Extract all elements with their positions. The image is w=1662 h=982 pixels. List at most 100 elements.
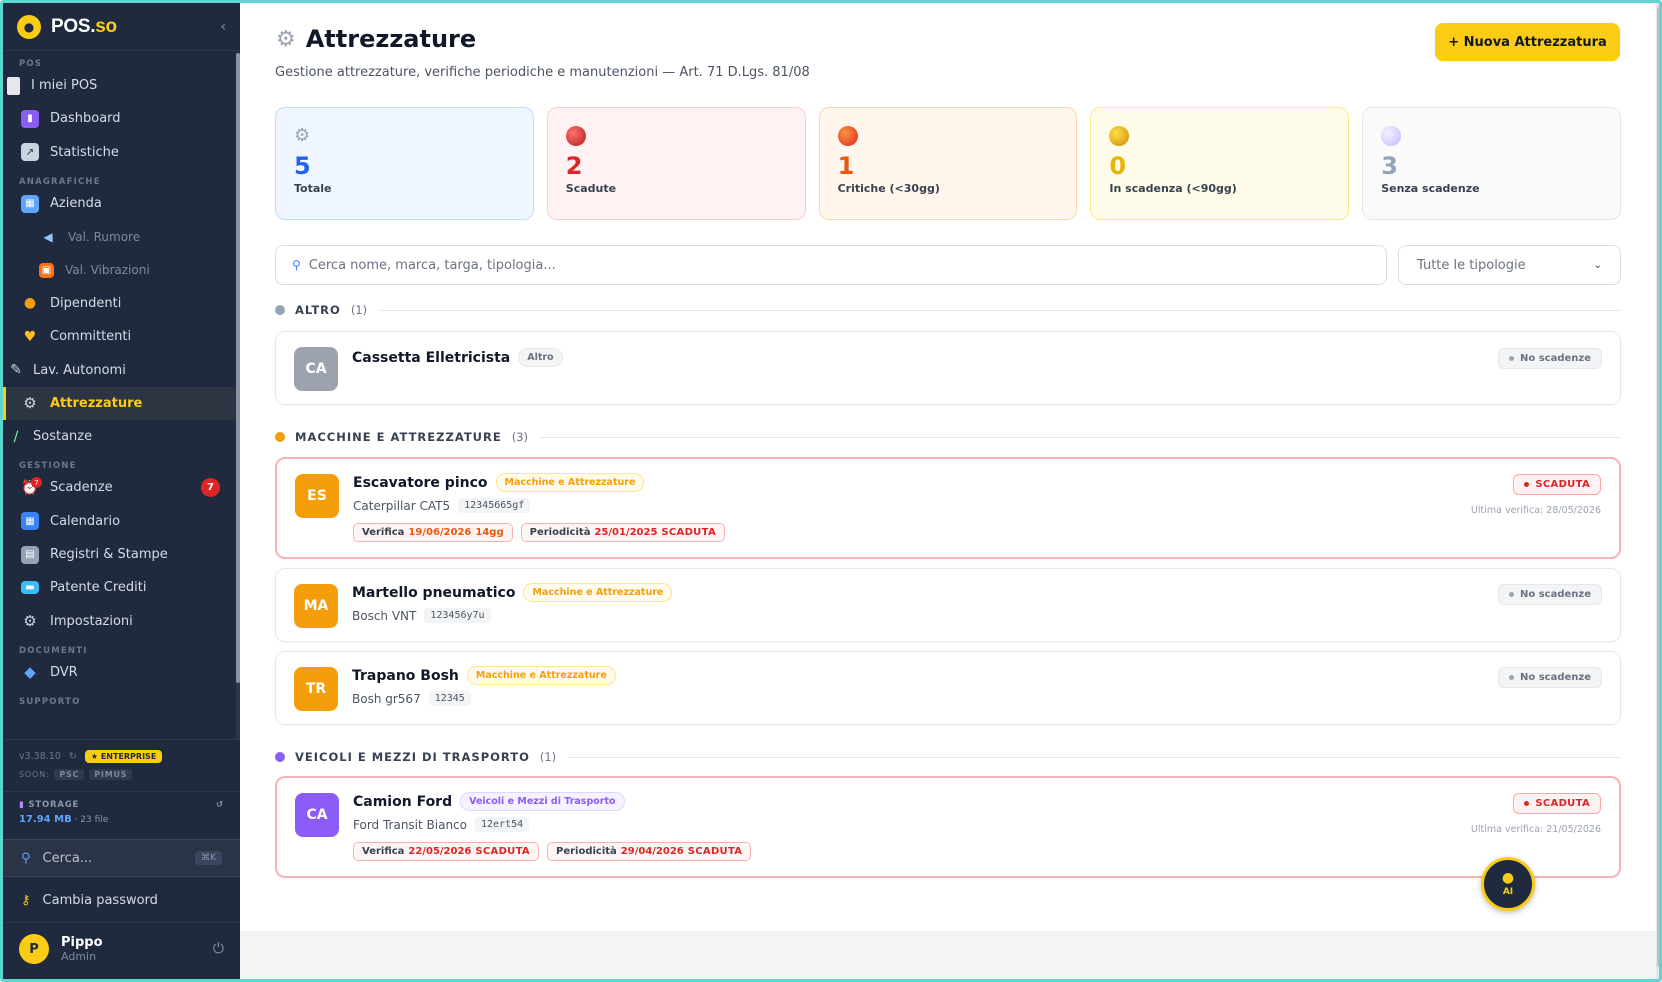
soon-label: SOON: — [19, 770, 50, 779]
periodicity-chip: Periodicità 29/04/2026 SCADUTA — [546, 842, 752, 861]
section-label-gestione: GESTIONE — [19, 461, 77, 472]
new-equipment-button[interactable]: + Nuova Attrezzatura — [1435, 23, 1620, 61]
equipment-name: Trapano Bosh — [352, 667, 459, 684]
sidebar-item-dashboard[interactable]: ▮ Dashboard — [3, 102, 236, 135]
sidebar-item-attrezzature[interactable]: ⚙ Attrezzature — [3, 386, 236, 420]
user-role: Admin — [61, 950, 97, 963]
equipment-model: Bosh gr567 — [352, 691, 421, 706]
status-badge: No scadenze — [1497, 584, 1602, 605]
last-check: Ultima verifica: 28/05/2026 — [1470, 505, 1601, 516]
change-password-button[interactable]: ⚷ Cambia password — [3, 879, 240, 923]
settings-gear-icon: ⚙ — [23, 612, 37, 631]
page-scrollbar-thumb[interactable] — [1657, 7, 1659, 967]
last-check: Ultima verifica: 21/05/2026 — [1470, 824, 1601, 835]
app-window: ● POS.so ‹ POS I miei POS ▮ Dashboard ↗ … — [0, 0, 1662, 982]
status-badge: SCADUTA — [1513, 474, 1601, 495]
sidebar-item-dipendenti[interactable]: ● Dipendenti — [3, 287, 236, 320]
sidebar-nav: POS I miei POS ▮ Dashboard ↗ Statistiche… — [3, 53, 236, 739]
equipment-card-escavatore[interactable]: ES Escavatore pinco Macchine e Attrezzat… — [275, 457, 1621, 559]
search-icon: ⚲ — [21, 850, 31, 866]
page-title: ⚙ Attrezzature — [276, 25, 477, 53]
section-label-supporto: SUPPORTO — [19, 697, 81, 708]
equipment-name: Martello pneumatico — [352, 584, 516, 601]
sidebar-item-azienda[interactable]: ▦ Azienda — [3, 187, 236, 220]
equipment-model: Bosch VNT — [352, 608, 417, 623]
sidebar-item-miei-pos[interactable]: I miei POS — [3, 69, 236, 102]
periodicity-chip: Periodicità 25/01/2025 SCADUTA — [520, 523, 725, 542]
page-subtitle: Gestione attrezzature, verifiche periodi… — [275, 65, 810, 80]
ai-assistant-button[interactable]: ● AI — [1481, 857, 1535, 911]
white-circle-icon — [1381, 126, 1402, 146]
equipment-tag: Veicoli e Mezzi di Trasporto — [460, 792, 625, 811]
search-shortcut: ⌘K — [195, 851, 222, 865]
refresh-icon[interactable]: ↻ — [69, 751, 77, 762]
collapse-sidebar-icon[interactable]: ‹ — [220, 19, 226, 35]
stat-card-senza-scadenze[interactable]: 3 Senza scadenze — [1362, 107, 1621, 220]
logout-icon[interactable]: ⏻ — [213, 941, 224, 957]
equipment-avatar: ES — [295, 474, 339, 518]
user-name: Pippo — [61, 935, 103, 950]
sidebar-item-val-rumore[interactable]: ◀ Val. Rumore — [3, 220, 236, 253]
wrench-icon: ✎ — [10, 362, 22, 379]
status-badge: SCADUTA — [1513, 793, 1601, 814]
id-card-icon: ▬ — [21, 581, 39, 595]
brand-name: POS.so — [51, 15, 117, 37]
storage-size: 17.94 MB — [19, 814, 72, 825]
sidebar-item-calendario[interactable]: ▦ Calendario — [3, 505, 236, 538]
sidebar-item-lav-autonomi[interactable]: ✎ Lav. Autonomi — [3, 353, 236, 386]
vibration-icon: ▣ — [39, 262, 54, 278]
equipment-avatar: CA — [295, 793, 339, 837]
main-content: ⚙ Attrezzature Gestione attrezzature, ve… — [240, 3, 1656, 931]
stat-card-scadute[interactable]: 2 Scadute — [546, 107, 806, 220]
storage-refresh-icon[interactable]: ↺ — [216, 800, 224, 810]
red-circle-icon — [565, 126, 586, 146]
equipment-code: 12ert54 — [475, 817, 530, 832]
building-icon: ▦ — [21, 194, 39, 213]
enterprise-badge: ★ ENTERPRISE — [84, 750, 163, 763]
equipment-tag: Macchine e Attrezzature — [495, 473, 645, 492]
type-filter-select[interactable]: Tutte le tipologie ⌄ — [1398, 245, 1621, 285]
storage-icon: ▮ — [19, 800, 25, 810]
equipment-card-cassetta[interactable]: CA Cassetta Elletricista Altro No scaden… — [275, 331, 1621, 405]
verification-chip: Verifica 19/06/2026 14gg — [353, 523, 513, 542]
sidebar-item-dvr[interactable]: ◆ DVR — [3, 656, 236, 689]
avatar: P — [19, 934, 49, 964]
storage-files: · 23 file — [71, 815, 109, 825]
equipment-tag: Macchine e Attrezzature — [523, 583, 673, 602]
stats-row: ⚙ 5 Totale 2 Scadute 1 Critiche (<30gg) … — [275, 107, 1621, 220]
version-info: v3.38.10 ↻ ★ ENTERPRISE SOON: PSC PIMUS — [3, 739, 240, 791]
status-badge: No scadenze — [1497, 667, 1602, 688]
sidebar-item-val-vibrazioni[interactable]: ▣ Val. Vibrazioni — [3, 253, 236, 286]
sidebar-search-button[interactable]: ⚲ Cerca... ⌘K — [3, 839, 240, 877]
sidebar-item-impostazioni[interactable]: ⚙ Impostazioni — [3, 604, 236, 637]
equipment-card-camion[interactable]: CA Camion Ford Veicoli e Mezzi di Traspo… — [275, 776, 1621, 878]
brand[interactable]: ● POS.so ‹ — [3, 3, 240, 51]
key-icon: ⚷ — [21, 893, 31, 908]
equipment-name: Cassetta Elletricista — [352, 349, 511, 366]
ai-bee-icon: ● — [1501, 870, 1515, 886]
equipment-avatar: CA — [294, 347, 338, 391]
equipment-card-trapano[interactable]: TR Trapano Bosh Macchine e Attrezzature … — [275, 651, 1621, 725]
user-profile[interactable]: P Pippo Admin ⏻ — [3, 923, 240, 975]
soon-chip-pimus: PIMUS — [89, 769, 133, 780]
sidebar-item-patente[interactable]: ▬ Patente Crediti — [3, 571, 236, 604]
verification-chip: Verifica 22/05/2026 SCADUTA — [353, 842, 539, 861]
handshake-icon: ♥ — [23, 328, 37, 345]
sidebar-item-statistiche[interactable]: ↗ Statistiche — [3, 136, 236, 169]
stat-card-in-scadenza[interactable]: 0 In scadenza (<90gg) — [1090, 107, 1350, 220]
brand-logo-icon: ● — [17, 14, 41, 39]
sidebar-item-scadenze[interactable]: ⏰ 7 Scadenze 7 — [3, 471, 236, 504]
stat-card-totale[interactable]: ⚙ 5 Totale — [275, 107, 534, 220]
search-icon: ⚲ — [292, 258, 301, 272]
group-dot — [275, 752, 285, 762]
section-label-pos: POS — [19, 59, 43, 69]
equipment-card-martello[interactable]: MA Martello pneumatico Macchine e Attrez… — [275, 568, 1621, 642]
sidebar-item-sostanze[interactable]: / Sostanze — [3, 420, 236, 453]
sidebar-item-committenti[interactable]: ♥ Committenti — [3, 320, 236, 353]
search-input[interactable]: ⚲ Cerca nome, marca, targa, tipologia... — [275, 245, 1387, 285]
sidebar-item-registri[interactable]: ▤ Registri & Stampe — [3, 538, 236, 571]
gear-icon: ⚙ — [23, 394, 37, 413]
storage-info: ▮ STORAGE ↺ 17.94 MB · 23 file — [3, 791, 240, 835]
stat-card-critiche[interactable]: 1 Critiche (<30gg) — [818, 107, 1078, 220]
equipment-tag: Altro — [518, 348, 563, 367]
